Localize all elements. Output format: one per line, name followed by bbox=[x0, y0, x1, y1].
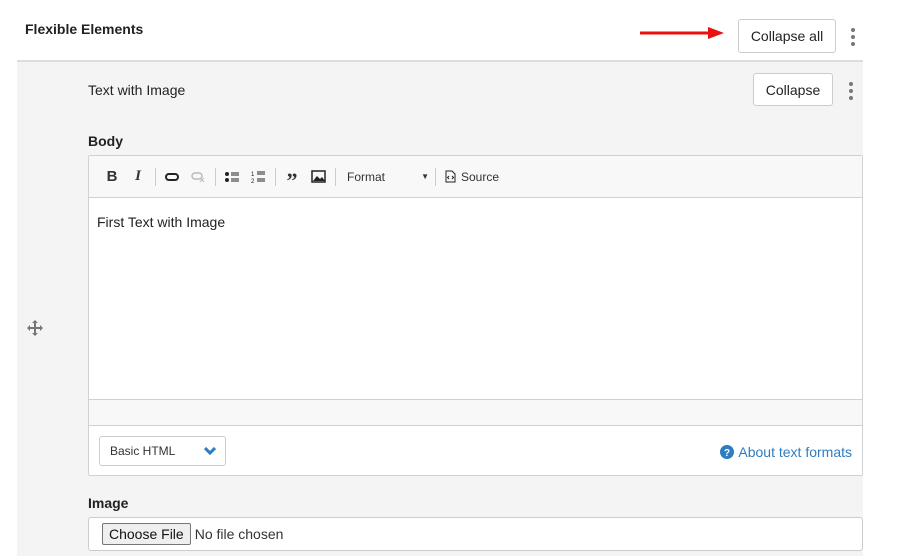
unlink-icon[interactable] bbox=[187, 166, 209, 188]
red-arrow-annotation bbox=[640, 27, 724, 39]
file-status: No file chosen bbox=[194, 526, 284, 542]
choose-file-button[interactable]: Choose File bbox=[102, 523, 191, 545]
collapse-button[interactable]: Collapse bbox=[753, 73, 833, 106]
item-title: Text with Image bbox=[88, 82, 186, 98]
image-icon[interactable] bbox=[307, 166, 329, 188]
collapse-all-button[interactable]: Collapse all bbox=[738, 19, 836, 53]
editor-toolbar: B I 12 ” Format ▼ Source bbox=[89, 156, 862, 198]
body-label: Body bbox=[88, 133, 123, 149]
svg-text:1: 1 bbox=[251, 172, 255, 178]
about-link-label: About text formats bbox=[738, 444, 852, 460]
source-label: Source bbox=[461, 169, 500, 184]
page-title: Flexible Elements bbox=[25, 21, 144, 37]
editor-path-bar bbox=[89, 399, 862, 426]
source-button[interactable]: Source bbox=[445, 170, 499, 184]
help-icon: ? bbox=[720, 445, 735, 459]
drag-handle-icon[interactable] bbox=[26, 319, 44, 337]
chevron-down-icon bbox=[204, 447, 216, 456]
body-editor: B I 12 ” Format ▼ Source First Text with … bbox=[88, 155, 863, 476]
blockquote-icon[interactable]: ” bbox=[281, 166, 303, 193]
more-options-icon[interactable] bbox=[850, 28, 856, 46]
image-label: Image bbox=[88, 495, 129, 511]
item-options-icon[interactable] bbox=[848, 82, 854, 100]
bulleted-list-icon[interactable] bbox=[221, 166, 243, 188]
dropdown-arrow-icon: ▼ bbox=[421, 172, 429, 181]
image-file-input: Choose File No file chosen bbox=[88, 517, 863, 551]
text-format-select[interactable]: Basic HTML bbox=[99, 436, 226, 466]
about-text-formats-link[interactable]: ? About text formats bbox=[720, 444, 852, 460]
italic-icon[interactable]: I bbox=[127, 166, 149, 188]
link-icon[interactable] bbox=[161, 166, 183, 188]
bold-icon[interactable]: B bbox=[101, 166, 123, 188]
svg-text:2: 2 bbox=[251, 179, 255, 183]
numbered-list-icon[interactable]: 12 bbox=[247, 166, 269, 188]
text-format-value: Basic HTML bbox=[110, 444, 176, 458]
editor-content[interactable]: First Text with Image bbox=[89, 198, 862, 399]
svg-text:?: ? bbox=[724, 448, 730, 459]
source-icon bbox=[445, 170, 456, 183]
format-label: Format bbox=[347, 169, 386, 184]
format-dropdown[interactable]: Format ▼ bbox=[341, 170, 429, 184]
